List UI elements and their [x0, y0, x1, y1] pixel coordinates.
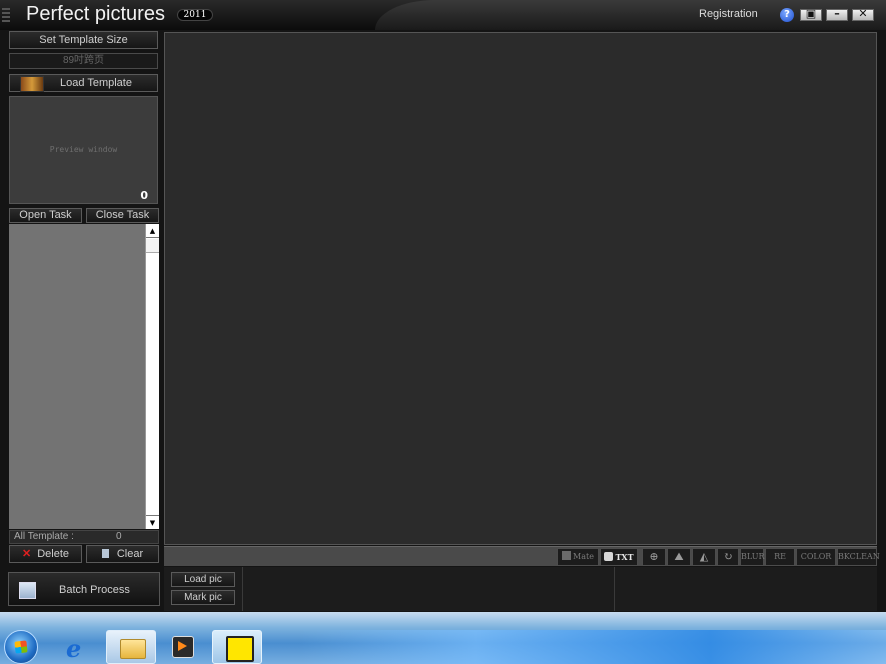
taskbar-media-player[interactable]: [160, 630, 206, 664]
preview-count: 0: [140, 189, 148, 202]
taskbar-glow: [300, 630, 886, 664]
delete-label: Delete: [37, 548, 69, 560]
task-list[interactable]: [9, 224, 145, 529]
eye-icon: [604, 552, 614, 561]
restore-button[interactable]: ▣: [800, 7, 822, 21]
mountain-icon: ⛰: [674, 550, 684, 563]
batch-document-icon: [19, 582, 36, 599]
zoom-button[interactable]: ⊕: [642, 548, 666, 566]
mirror-button[interactable]: ⛰: [667, 548, 691, 566]
txt-label: TXT: [615, 552, 634, 562]
flip-button[interactable]: ◭: [692, 548, 716, 566]
mate-button[interactable]: Mate: [557, 548, 599, 566]
clear-button[interactable]: Clear: [86, 545, 159, 563]
color-button[interactable]: COLOR: [796, 548, 836, 566]
txt-button[interactable]: TXT: [600, 548, 638, 566]
template-size-value: 89吋跨页: [9, 53, 158, 69]
bkclean-button[interactable]: BKCLEAN: [837, 548, 880, 566]
grip-icon: [2, 8, 10, 22]
flip-icon: ◭: [699, 550, 709, 563]
minimize-button[interactable]: –: [826, 7, 848, 21]
set-template-size-button[interactable]: Set Template Size: [9, 31, 158, 49]
trash-icon: [101, 549, 109, 558]
registration-link[interactable]: Registration: [699, 8, 758, 20]
minimize-icon: –: [834, 7, 840, 20]
bottom-panel: [164, 567, 877, 611]
re-button[interactable]: RE: [765, 548, 795, 566]
scroll-thumb[interactable]: [146, 239, 159, 253]
start-button[interactable]: [4, 630, 38, 664]
preview-window: Preview window 0: [9, 96, 158, 204]
bottom-divider: [242, 567, 243, 611]
folder-icon: [120, 639, 146, 659]
close-task-button[interactable]: Close Task: [86, 208, 159, 223]
all-template-row: All Template : 0: [9, 530, 159, 544]
app-icon: [226, 636, 254, 662]
canvas-area[interactable]: [164, 32, 877, 545]
internet-explorer-icon: e: [66, 634, 82, 663]
batch-process-label: Batch Process: [59, 584, 130, 596]
rotate-button[interactable]: ↻: [717, 548, 739, 566]
delete-button[interactable]: ✕ Delete: [9, 545, 82, 563]
template-thumbnail-icon: [20, 76, 44, 92]
batch-process-button[interactable]: Batch Process: [8, 572, 160, 606]
windows-logo-icon: [14, 640, 28, 654]
image-toolbar: Mate TXT ⊕ ⛰ ◭ ↻ BLUR RE COLOR BKCLEAN: [164, 546, 880, 566]
help-icon[interactable]: ?: [780, 8, 794, 22]
preview-label: Preview window: [49, 145, 118, 154]
scroll-up-icon[interactable]: ▲: [146, 224, 159, 238]
mate-icon: [562, 551, 572, 560]
mate-label: Mate: [573, 552, 594, 561]
restore-icon: ▣: [805, 7, 817, 20]
task-list-scrollbar[interactable]: ▲ ▼: [145, 224, 159, 529]
close-icon: ✕: [858, 7, 868, 20]
taskbar-internet-explorer[interactable]: e: [60, 630, 100, 664]
mark-pic-button[interactable]: Mark pic: [171, 590, 235, 605]
play-icon: [178, 641, 187, 651]
delete-icon: ✕: [21, 548, 32, 560]
zoom-icon: ⊕: [649, 550, 659, 563]
year-badge: 2011: [177, 9, 213, 21]
blur-button[interactable]: BLUR: [740, 548, 765, 566]
load-template-label: Load Template: [60, 77, 132, 89]
close-button[interactable]: ✕: [852, 7, 874, 21]
all-template-label: All Template :: [14, 531, 74, 542]
all-template-count: 0: [116, 531, 122, 542]
load-pic-button[interactable]: Load pic: [171, 572, 235, 587]
load-template-button[interactable]: Load Template: [9, 74, 158, 92]
rotate-icon: ↻: [723, 550, 733, 563]
scroll-down-icon[interactable]: ▼: [146, 515, 159, 529]
taskbar-file-explorer[interactable]: [106, 630, 156, 664]
clear-label: Clear: [116, 548, 144, 560]
bottom-divider: [614, 567, 615, 611]
app-title: Perfect pictures: [26, 3, 165, 25]
taskbar-perfect-pictures[interactable]: [212, 630, 262, 664]
open-task-button[interactable]: Open Task: [9, 208, 82, 223]
